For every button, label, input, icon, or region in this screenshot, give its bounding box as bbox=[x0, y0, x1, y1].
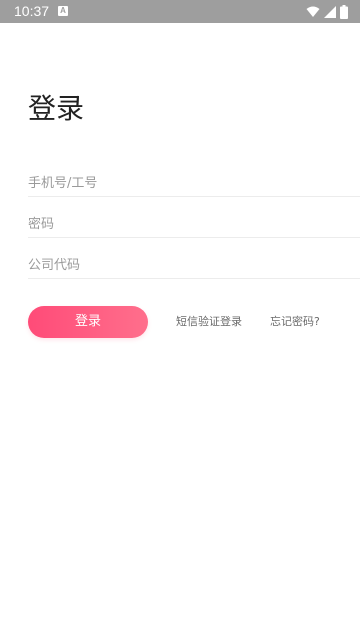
wifi-icon bbox=[306, 6, 320, 18]
phone-field bbox=[28, 172, 360, 197]
forgot-password-link[interactable]: 忘记密码? bbox=[270, 314, 320, 330]
signal-icon bbox=[324, 5, 336, 18]
sms-login-link[interactable]: 短信验证登录 bbox=[176, 314, 242, 330]
status-icons bbox=[306, 4, 348, 19]
company-code-input[interactable] bbox=[28, 254, 360, 277]
a-app-icon: A bbox=[58, 6, 68, 16]
password-input[interactable] bbox=[28, 213, 360, 236]
password-field bbox=[28, 213, 360, 238]
battery-icon bbox=[340, 4, 348, 19]
phone-input[interactable] bbox=[28, 172, 360, 195]
login-button[interactable]: 登录 bbox=[28, 306, 148, 338]
status-bar: 10:37 A bbox=[0, 0, 360, 23]
company-code-field bbox=[28, 254, 360, 279]
page-title: 登录 bbox=[28, 91, 85, 125]
status-time: 10:37 bbox=[14, 3, 50, 19]
